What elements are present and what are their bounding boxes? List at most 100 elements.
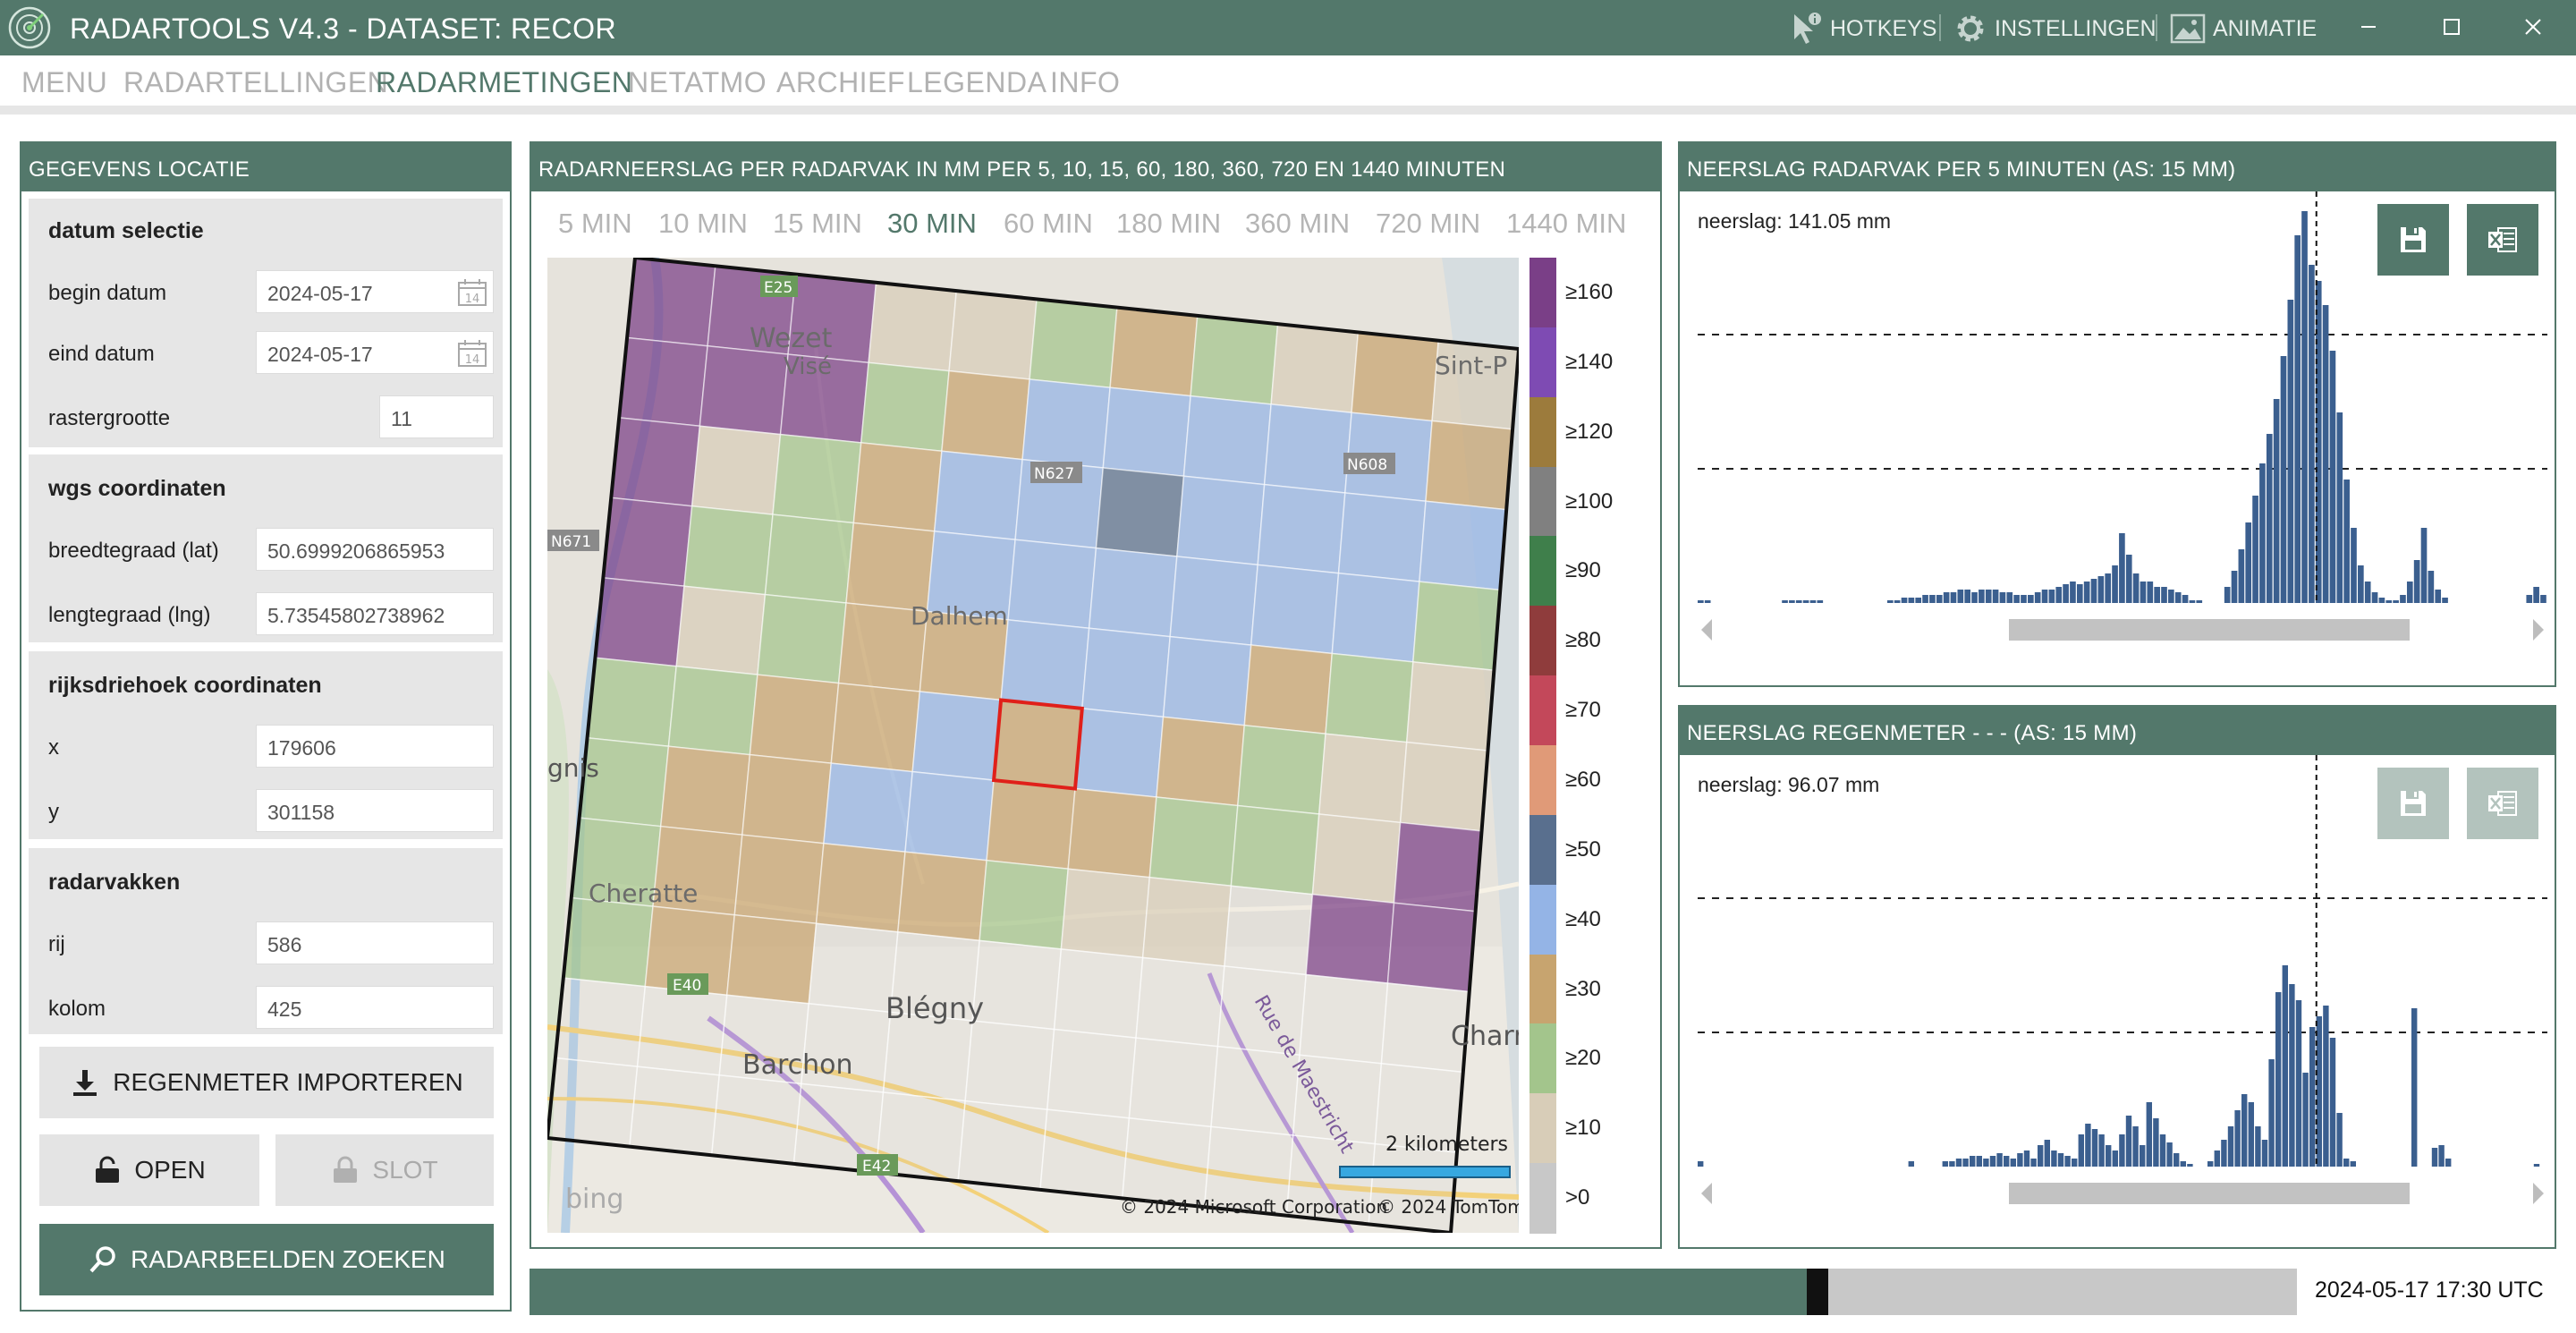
import-rain-gauge-button[interactable]: REGENMETER IMPORTEREN xyxy=(39,1047,494,1118)
menu-item-info[interactable]: INFO xyxy=(1050,66,1120,99)
radar-cell[interactable] xyxy=(1053,948,1144,1039)
radar-cell[interactable] xyxy=(1088,547,1178,638)
radar-cell[interactable] xyxy=(1351,331,1439,422)
settings-button[interactable]: INSTELLINGEN xyxy=(1953,11,2157,47)
radar-cell[interactable] xyxy=(860,361,950,453)
radar-cell[interactable] xyxy=(1237,724,1326,815)
grid-size-field[interactable]: 11 xyxy=(379,395,494,438)
radar-cell[interactable] xyxy=(1263,403,1352,494)
radar-cell[interactable] xyxy=(1148,796,1239,887)
radar-cell[interactable] xyxy=(1182,395,1272,486)
radar-cell[interactable] xyxy=(710,1074,802,1165)
radar-cell[interactable] xyxy=(964,1020,1055,1110)
radar-cell[interactable] xyxy=(904,770,995,862)
maximize-icon[interactable] xyxy=(2433,9,2469,45)
radar-cell[interactable] xyxy=(1095,467,1185,557)
radar-cell[interactable] xyxy=(1230,804,1320,896)
radar-cell[interactable] xyxy=(618,336,708,428)
radar-cell[interactable] xyxy=(933,450,1023,541)
tab-60-min[interactable]: 60 MIN xyxy=(1004,208,1093,240)
tab-180-min[interactable]: 180 MIN xyxy=(1116,208,1221,240)
radar-cell[interactable] xyxy=(1000,619,1090,709)
minimize-icon[interactable] xyxy=(2351,9,2386,45)
radar-cell[interactable] xyxy=(555,977,647,1067)
tab-720-min[interactable]: 720 MIN xyxy=(1376,208,1480,240)
menu-item-netatmo[interactable]: NETATMO xyxy=(628,66,767,99)
tab-30-min[interactable]: 30 MIN xyxy=(887,208,977,240)
radar-cell[interactable] xyxy=(1141,876,1233,967)
radar-cell[interactable] xyxy=(1386,902,1477,993)
radar-cell[interactable] xyxy=(594,576,685,667)
radar-cell[interactable] xyxy=(1257,483,1346,574)
radar-cell[interactable] xyxy=(1067,787,1157,879)
menu-item-menu[interactable]: MENU xyxy=(21,66,107,99)
radar-cell[interactable] xyxy=(691,425,782,515)
radar-cell[interactable] xyxy=(1060,868,1151,959)
radar-cell[interactable] xyxy=(1029,298,1118,389)
radar-cell[interactable] xyxy=(733,834,825,925)
radar-cell[interactable] xyxy=(1039,1108,1131,1200)
radar-cell[interactable] xyxy=(1270,323,1360,414)
radar-cell[interactable] xyxy=(979,859,1069,950)
radar-cell[interactable] xyxy=(1135,956,1225,1048)
radar-cell[interactable] xyxy=(1224,885,1314,976)
radar-cell[interactable] xyxy=(628,1066,720,1157)
radar-cell[interactable] xyxy=(993,699,1083,790)
chart2-save-button[interactable] xyxy=(2377,768,2449,839)
tab-10-min[interactable]: 10 MIN xyxy=(658,208,748,240)
menu-item-archief[interactable]: ARCHIEF xyxy=(776,66,905,99)
search-radar-images-button[interactable]: RADARBEELDEN ZOEKEN xyxy=(39,1224,494,1295)
chart2-scroll-thumb[interactable] xyxy=(2009,1183,2410,1204)
radar-cell[interactable] xyxy=(830,682,921,773)
radar-cell[interactable] xyxy=(1299,973,1389,1065)
radar-cell[interactable] xyxy=(1318,733,1408,824)
radar-cell[interactable] xyxy=(547,1057,639,1148)
radar-cell[interactable] xyxy=(1412,581,1502,672)
radar-cell[interactable] xyxy=(1162,635,1252,726)
map-canvas[interactable]: Wezet Visé Sint-P Dalhem Cheratte Blégny… xyxy=(547,258,1519,1233)
radar-cell[interactable] xyxy=(941,369,1030,461)
radar-cell[interactable] xyxy=(1393,821,1483,913)
radar-cell[interactable] xyxy=(1121,1116,1212,1208)
row-field[interactable]: 586 xyxy=(256,921,494,964)
animation-button[interactable]: ANIMATIE xyxy=(2170,11,2317,47)
chart2-excel-button[interactable] xyxy=(2467,768,2538,839)
radar-cell[interactable] xyxy=(1325,652,1414,743)
timeline-remaining[interactable] xyxy=(1828,1269,2297,1315)
radar-cell[interactable] xyxy=(626,258,716,347)
radar-cell[interactable] xyxy=(1337,492,1427,582)
end-date-field[interactable]: 2024-05-17 14 xyxy=(256,331,494,374)
radar-cell[interactable] xyxy=(1081,627,1171,718)
radar-cell[interactable] xyxy=(1331,572,1420,663)
chart1-save-button[interactable] xyxy=(2377,204,2449,276)
radar-cell[interactable] xyxy=(659,745,751,836)
radar-cell[interactable] xyxy=(1176,475,1266,566)
radar-cell[interactable] xyxy=(897,851,987,942)
chart1-scroll-thumb[interactable] xyxy=(2009,619,2410,641)
radar-cell[interactable] xyxy=(699,344,789,436)
radar-cell[interactable] xyxy=(749,674,840,764)
chart1-scroll-right[interactable] xyxy=(2533,619,2544,641)
radar-cell[interactable] xyxy=(868,281,958,372)
radar-cell[interactable] xyxy=(948,290,1038,380)
radar-cell[interactable] xyxy=(683,505,774,596)
begin-date-field[interactable]: 2024-05-17 14 xyxy=(256,270,494,313)
radar-cell[interactable] xyxy=(675,585,767,675)
radar-cell[interactable] xyxy=(1419,500,1507,591)
close-icon[interactable] xyxy=(2515,9,2551,45)
x-field[interactable]: 179606 xyxy=(256,725,494,768)
radar-cell[interactable] xyxy=(1405,661,1496,751)
chart1-excel-button[interactable] xyxy=(2467,204,2538,276)
col-field[interactable]: 425 xyxy=(256,986,494,1029)
hotkeys-button[interactable]: HOTKEYS xyxy=(1787,11,1936,47)
radar-cell[interactable] xyxy=(971,939,1063,1031)
radar-cell[interactable] xyxy=(808,922,899,1014)
radar-cell[interactable] xyxy=(586,657,678,748)
radar-cell[interactable] xyxy=(882,1011,973,1102)
chart1-scroll-left[interactable] xyxy=(1701,619,1712,641)
radar-cell[interactable] xyxy=(1074,708,1165,798)
radar-cell[interactable] xyxy=(823,762,913,853)
radar-map[interactable]: Wezet Visé Sint-P Dalhem Cheratte Blégny… xyxy=(547,258,1519,1233)
tab-360-min[interactable]: 360 MIN xyxy=(1245,208,1350,240)
open-button[interactable]: OPEN xyxy=(39,1134,259,1206)
